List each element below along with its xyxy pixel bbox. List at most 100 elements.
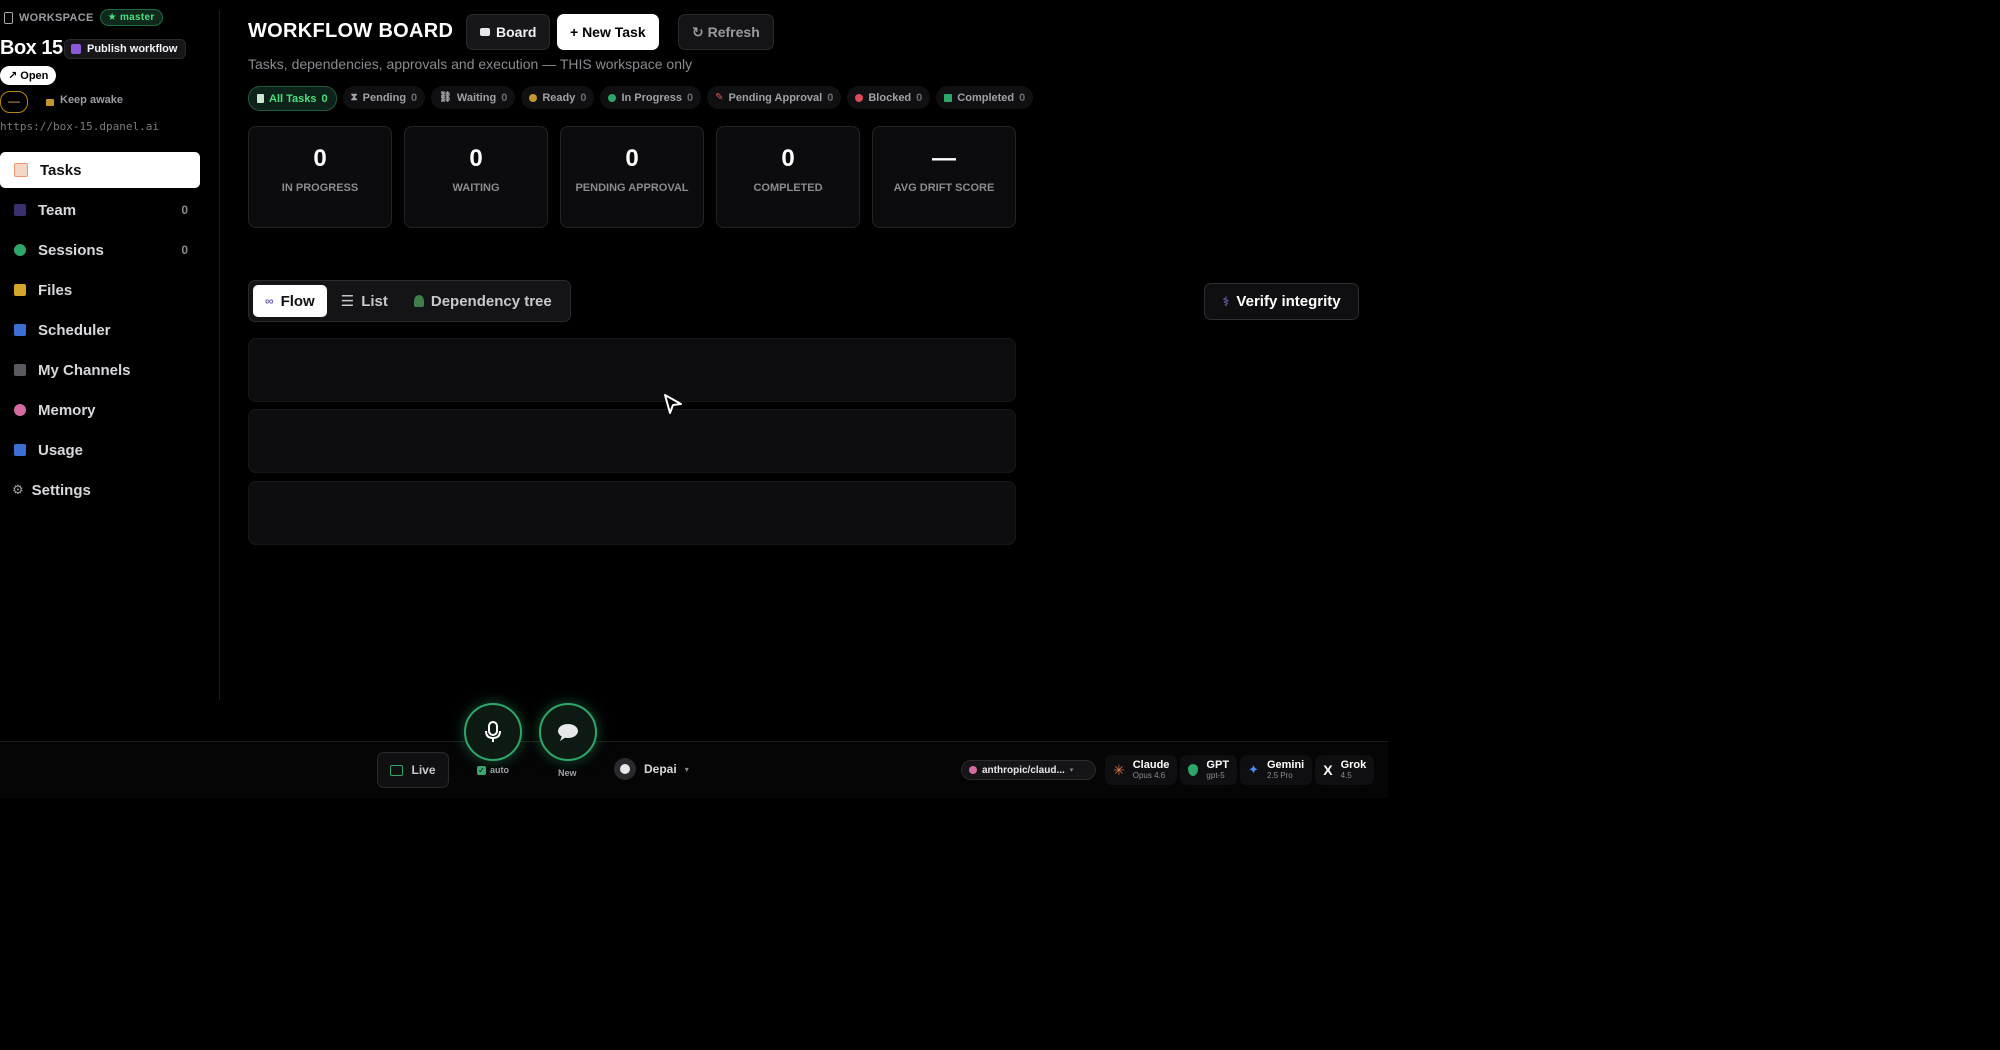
eye-icon <box>614 758 636 780</box>
stat-value: 0 <box>313 145 327 172</box>
publish-label: Publish workflow <box>87 43 178 55</box>
live-button[interactable]: Live <box>377 752 449 788</box>
provider-gpt[interactable]: GPT gpt-5 <box>1180 755 1238 785</box>
x-icon: X <box>1323 762 1333 778</box>
sidebar-item-label: Tasks <box>40 161 82 179</box>
live-label: Live <box>411 763 436 777</box>
sidebar-item-memory[interactable]: Memory <box>0 392 200 428</box>
model-selector[interactable]: anthropic/claud... ▾ <box>961 760 1096 780</box>
tab-flow[interactable]: ∞ Flow <box>253 285 327 317</box>
model-label: anthropic/claud... <box>982 764 1065 776</box>
stat-card-in-progress: 0 IN PROGRESS <box>248 126 392 228</box>
no-entry-icon <box>855 93 864 102</box>
tab-label: List <box>361 292 388 310</box>
bar-chart-icon <box>14 444 26 456</box>
verify-label: Verify integrity <box>1236 293 1341 310</box>
sidebar-item-label: Team <box>38 201 77 219</box>
workspace-label: WORKSPACE <box>19 11 94 24</box>
new-task-button[interactable]: + New Task <box>557 14 659 50</box>
filter-label: Pending <box>362 91 407 104</box>
provider-claude[interactable]: ✳ Claude Opus 4.6 <box>1105 755 1178 785</box>
persona-selector[interactable]: Depai ▾ <box>614 758 689 780</box>
microphone-icon <box>485 721 501 742</box>
link-icon: ⛓ <box>439 92 452 103</box>
clipboard-icon <box>14 163 28 177</box>
provider-name: GPT <box>1206 759 1230 771</box>
workspace-url[interactable]: https://box-15.dpanel.ai <box>0 120 159 133</box>
sidebar-item-tasks[interactable]: Tasks <box>0 152 200 188</box>
tab-dependency-tree[interactable]: Dependency tree <box>402 285 564 317</box>
status-filter-bar: All Tasks 0 ⧗ Pending 0 ⛓ Waiting 0 Read… <box>248 86 1034 111</box>
filter-count: 0 <box>687 91 694 104</box>
view-switcher: ∞ Flow ☰ List Dependency tree <box>248 280 571 322</box>
filter-pending[interactable]: ⧗ Pending 0 <box>342 86 426 109</box>
workspace-header: WORKSPACE ★ master <box>4 9 163 26</box>
page-subtitle: Tasks, dependencies, approvals and execu… <box>248 56 693 72</box>
list-icon: ☰ <box>340 293 355 310</box>
filter-in-progress[interactable]: In Progress 0 <box>600 86 702 109</box>
task-row-skeleton <box>248 338 1016 402</box>
pin-icon: ✎ <box>715 92 724 103</box>
filter-label: Waiting <box>456 91 497 104</box>
sidebar-item-files[interactable]: Files <box>0 272 200 308</box>
stat-value: 0 <box>781 145 795 172</box>
chevron-down-icon: ▾ <box>684 764 689 774</box>
provider-model: 2.5 Pro <box>1266 771 1293 780</box>
tab-label: Flow <box>280 292 315 310</box>
stat-label: IN PROGRESS <box>281 182 359 194</box>
provider-name: Claude <box>1132 759 1170 771</box>
auto-toggle[interactable]: ✓ auto <box>477 765 509 775</box>
sidebar-item-scheduler[interactable]: Scheduler <box>0 312 200 348</box>
calendar-icon <box>14 324 26 336</box>
microphone-button[interactable] <box>464 703 522 761</box>
tv-icon <box>390 764 404 776</box>
stat-label: AVG DRIFT SCORE <box>893 182 995 194</box>
sidebar-item-label: My Channels <box>38 361 131 379</box>
filter-count: 0 <box>501 91 508 104</box>
sidebar-item-sessions[interactable]: Sessions 0 <box>0 232 200 268</box>
provider-name: Grok <box>1340 759 1367 771</box>
publish-workflow-button[interactable]: Publish workflow <box>64 39 187 59</box>
keep-awake-toggle[interactable]: Keep awake <box>46 94 123 106</box>
sidebar-item-label: Sessions <box>38 241 104 259</box>
stethoscope-icon: ⚕ <box>1222 293 1230 309</box>
publish-icon <box>71 44 81 54</box>
filter-pending-approval[interactable]: ✎ Pending Approval 0 <box>707 86 842 109</box>
board-button[interactable]: Board <box>466 14 551 50</box>
sidebar-item-settings[interactable]: ⚙ Settings <box>0 472 200 508</box>
checkbox-icon: ✓ <box>477 765 486 775</box>
sidebar-item-team[interactable]: Team 0 <box>0 192 200 228</box>
filter-count: 0 <box>580 91 587 104</box>
provider-grok[interactable]: X Grok 4.5 <box>1315 755 1375 785</box>
folder-icon <box>14 284 26 296</box>
provider-gemini[interactable]: ✦ Gemini 2.5 Pro <box>1240 755 1313 785</box>
sidebar-item-my-channels[interactable]: My Channels <box>0 352 200 388</box>
new-chat-label: New <box>558 768 577 778</box>
stat-card-pending-approval: 0 PENDING APPROVAL <box>560 126 704 228</box>
filter-waiting[interactable]: ⛓ Waiting 0 <box>431 86 516 109</box>
sidebar-item-usage[interactable]: Usage <box>0 432 200 468</box>
brain-icon <box>969 766 977 774</box>
status-toggle-button[interactable]: — <box>0 91 28 113</box>
filter-blocked[interactable]: Blocked 0 <box>847 86 931 109</box>
stat-label: COMPLETED <box>753 182 823 194</box>
new-chat-button[interactable] <box>539 703 597 761</box>
gemini-icon: ✦ <box>1248 762 1259 777</box>
sidebar-item-label: Usage <box>38 441 84 459</box>
verify-integrity-button[interactable]: ⚕ Verify integrity <box>1204 283 1359 320</box>
tab-label: Dependency tree <box>430 292 552 310</box>
branch-badge[interactable]: ★ master <box>99 9 163 26</box>
refresh-button[interactable]: ↻ Refresh <box>678 14 774 50</box>
page-title: WORKFLOW BOARD <box>248 20 454 42</box>
tab-list[interactable]: ☰ List <box>329 285 400 317</box>
board-label: Board <box>496 24 537 40</box>
flow-icon: ∞ <box>265 294 274 308</box>
filter-label: Pending Approval <box>728 91 823 104</box>
open-button[interactable]: ↗ Open <box>0 66 57 85</box>
building-icon <box>4 11 13 24</box>
clipboard-icon <box>257 94 264 103</box>
keep-awake-label: Keep awake <box>60 94 123 106</box>
filter-ready[interactable]: Ready 0 <box>521 86 595 109</box>
filter-completed[interactable]: Completed 0 <box>936 86 1034 109</box>
filter-all-tasks[interactable]: All Tasks 0 <box>248 86 337 111</box>
